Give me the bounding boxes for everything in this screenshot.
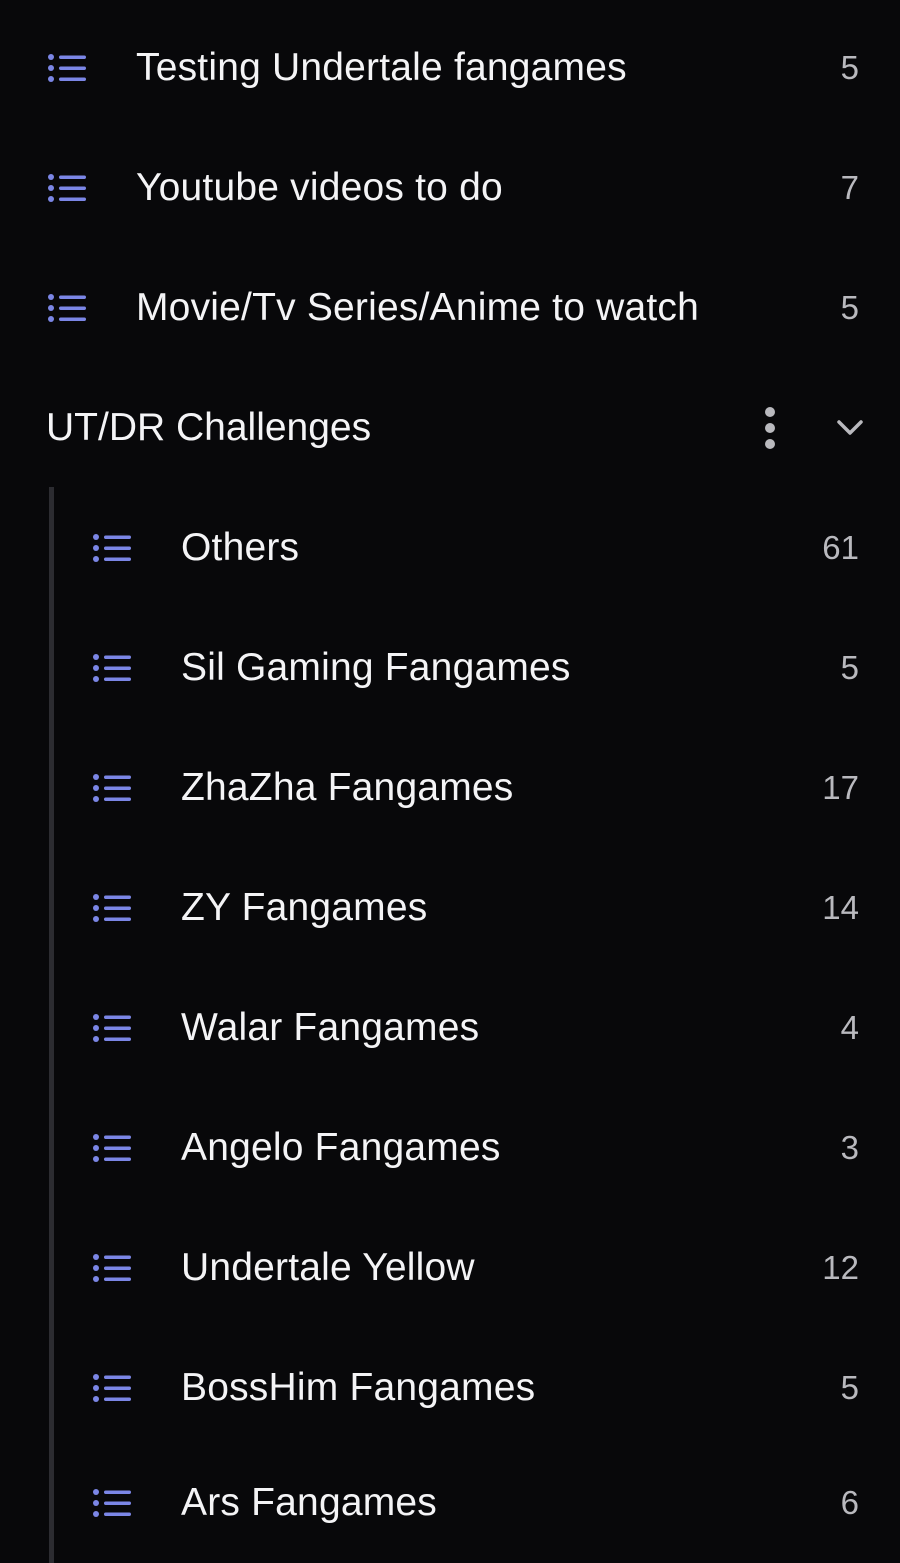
list-count: 12 (822, 1249, 859, 1286)
list-icon (48, 53, 86, 83)
list-icon (93, 893, 131, 923)
list-count: 14 (822, 889, 859, 926)
list-count: 17 (822, 769, 859, 806)
list-label: Angelo Fangames (181, 1126, 501, 1169)
list-icon (93, 533, 131, 563)
list-row-movie-tv-anime[interactable]: Movie/Tv Series/Anime to watch 5 (0, 248, 900, 368)
list-count: 6 (840, 1484, 859, 1521)
more-vertical-icon[interactable] (760, 406, 780, 450)
list-label: Others (181, 526, 300, 569)
chevron-down-icon[interactable] (834, 416, 866, 440)
list-icon (48, 293, 86, 323)
group-item-sil-gaming-fangames[interactable]: Sil Gaming Fangames 5 (0, 608, 900, 728)
list-count: 5 (840, 649, 859, 686)
list-icon (93, 1373, 131, 1403)
list-icon (48, 173, 86, 203)
group-item-ars-fangames[interactable]: Ars Fangames 6 (0, 1443, 900, 1563)
group-item-others[interactable]: Others 61 (0, 488, 900, 608)
list-label: Testing Undertale fangames (136, 46, 627, 89)
list-label: Sil Gaming Fangames (181, 646, 571, 689)
list-icon (93, 1253, 131, 1283)
group-header-ut-dr-challenges[interactable]: UT/DR Challenges (0, 368, 900, 488)
list-count: 61 (822, 529, 859, 566)
group-item-undertale-yellow[interactable]: Undertale Yellow 12 (0, 1208, 900, 1328)
group-item-walar-fangames[interactable]: Walar Fangames 4 (0, 968, 900, 1088)
list-icon (93, 653, 131, 683)
list-label: Youtube videos to do (136, 166, 503, 209)
list-count: 7 (840, 169, 859, 206)
list-row-testing-undertale-fangames[interactable]: Testing Undertale fangames 5 (0, 8, 900, 128)
list-label: ZY Fangames (181, 886, 428, 929)
group-title: UT/DR Challenges (46, 406, 372, 449)
list-label: Undertale Yellow (181, 1246, 475, 1289)
list-count: 5 (840, 289, 859, 326)
list-icon (93, 1488, 131, 1518)
list-count: 3 (840, 1129, 859, 1166)
group-item-zy-fangames[interactable]: ZY Fangames 14 (0, 848, 900, 968)
list-label: ZhaZha Fangames (181, 766, 514, 809)
list-label: Ars Fangames (181, 1481, 437, 1524)
list-count: 4 (840, 1009, 859, 1046)
list-label: Walar Fangames (181, 1006, 480, 1049)
list-icon (93, 1013, 131, 1043)
list-label: BossHim Fangames (181, 1366, 536, 1409)
group-item-angelo-fangames[interactable]: Angelo Fangames 3 (0, 1088, 900, 1208)
list-count: 5 (840, 49, 859, 86)
group-item-zhazha-fangames[interactable]: ZhaZha Fangames 17 (0, 728, 900, 848)
list-icon (93, 773, 131, 803)
list-label: Movie/Tv Series/Anime to watch (136, 286, 700, 329)
list-count: 5 (840, 1369, 859, 1406)
list-icon (93, 1133, 131, 1163)
group-item-bosshim-fangames[interactable]: BossHim Fangames 5 (0, 1328, 900, 1448)
list-row-youtube-videos-to-do[interactable]: Youtube videos to do 7 (0, 128, 900, 248)
